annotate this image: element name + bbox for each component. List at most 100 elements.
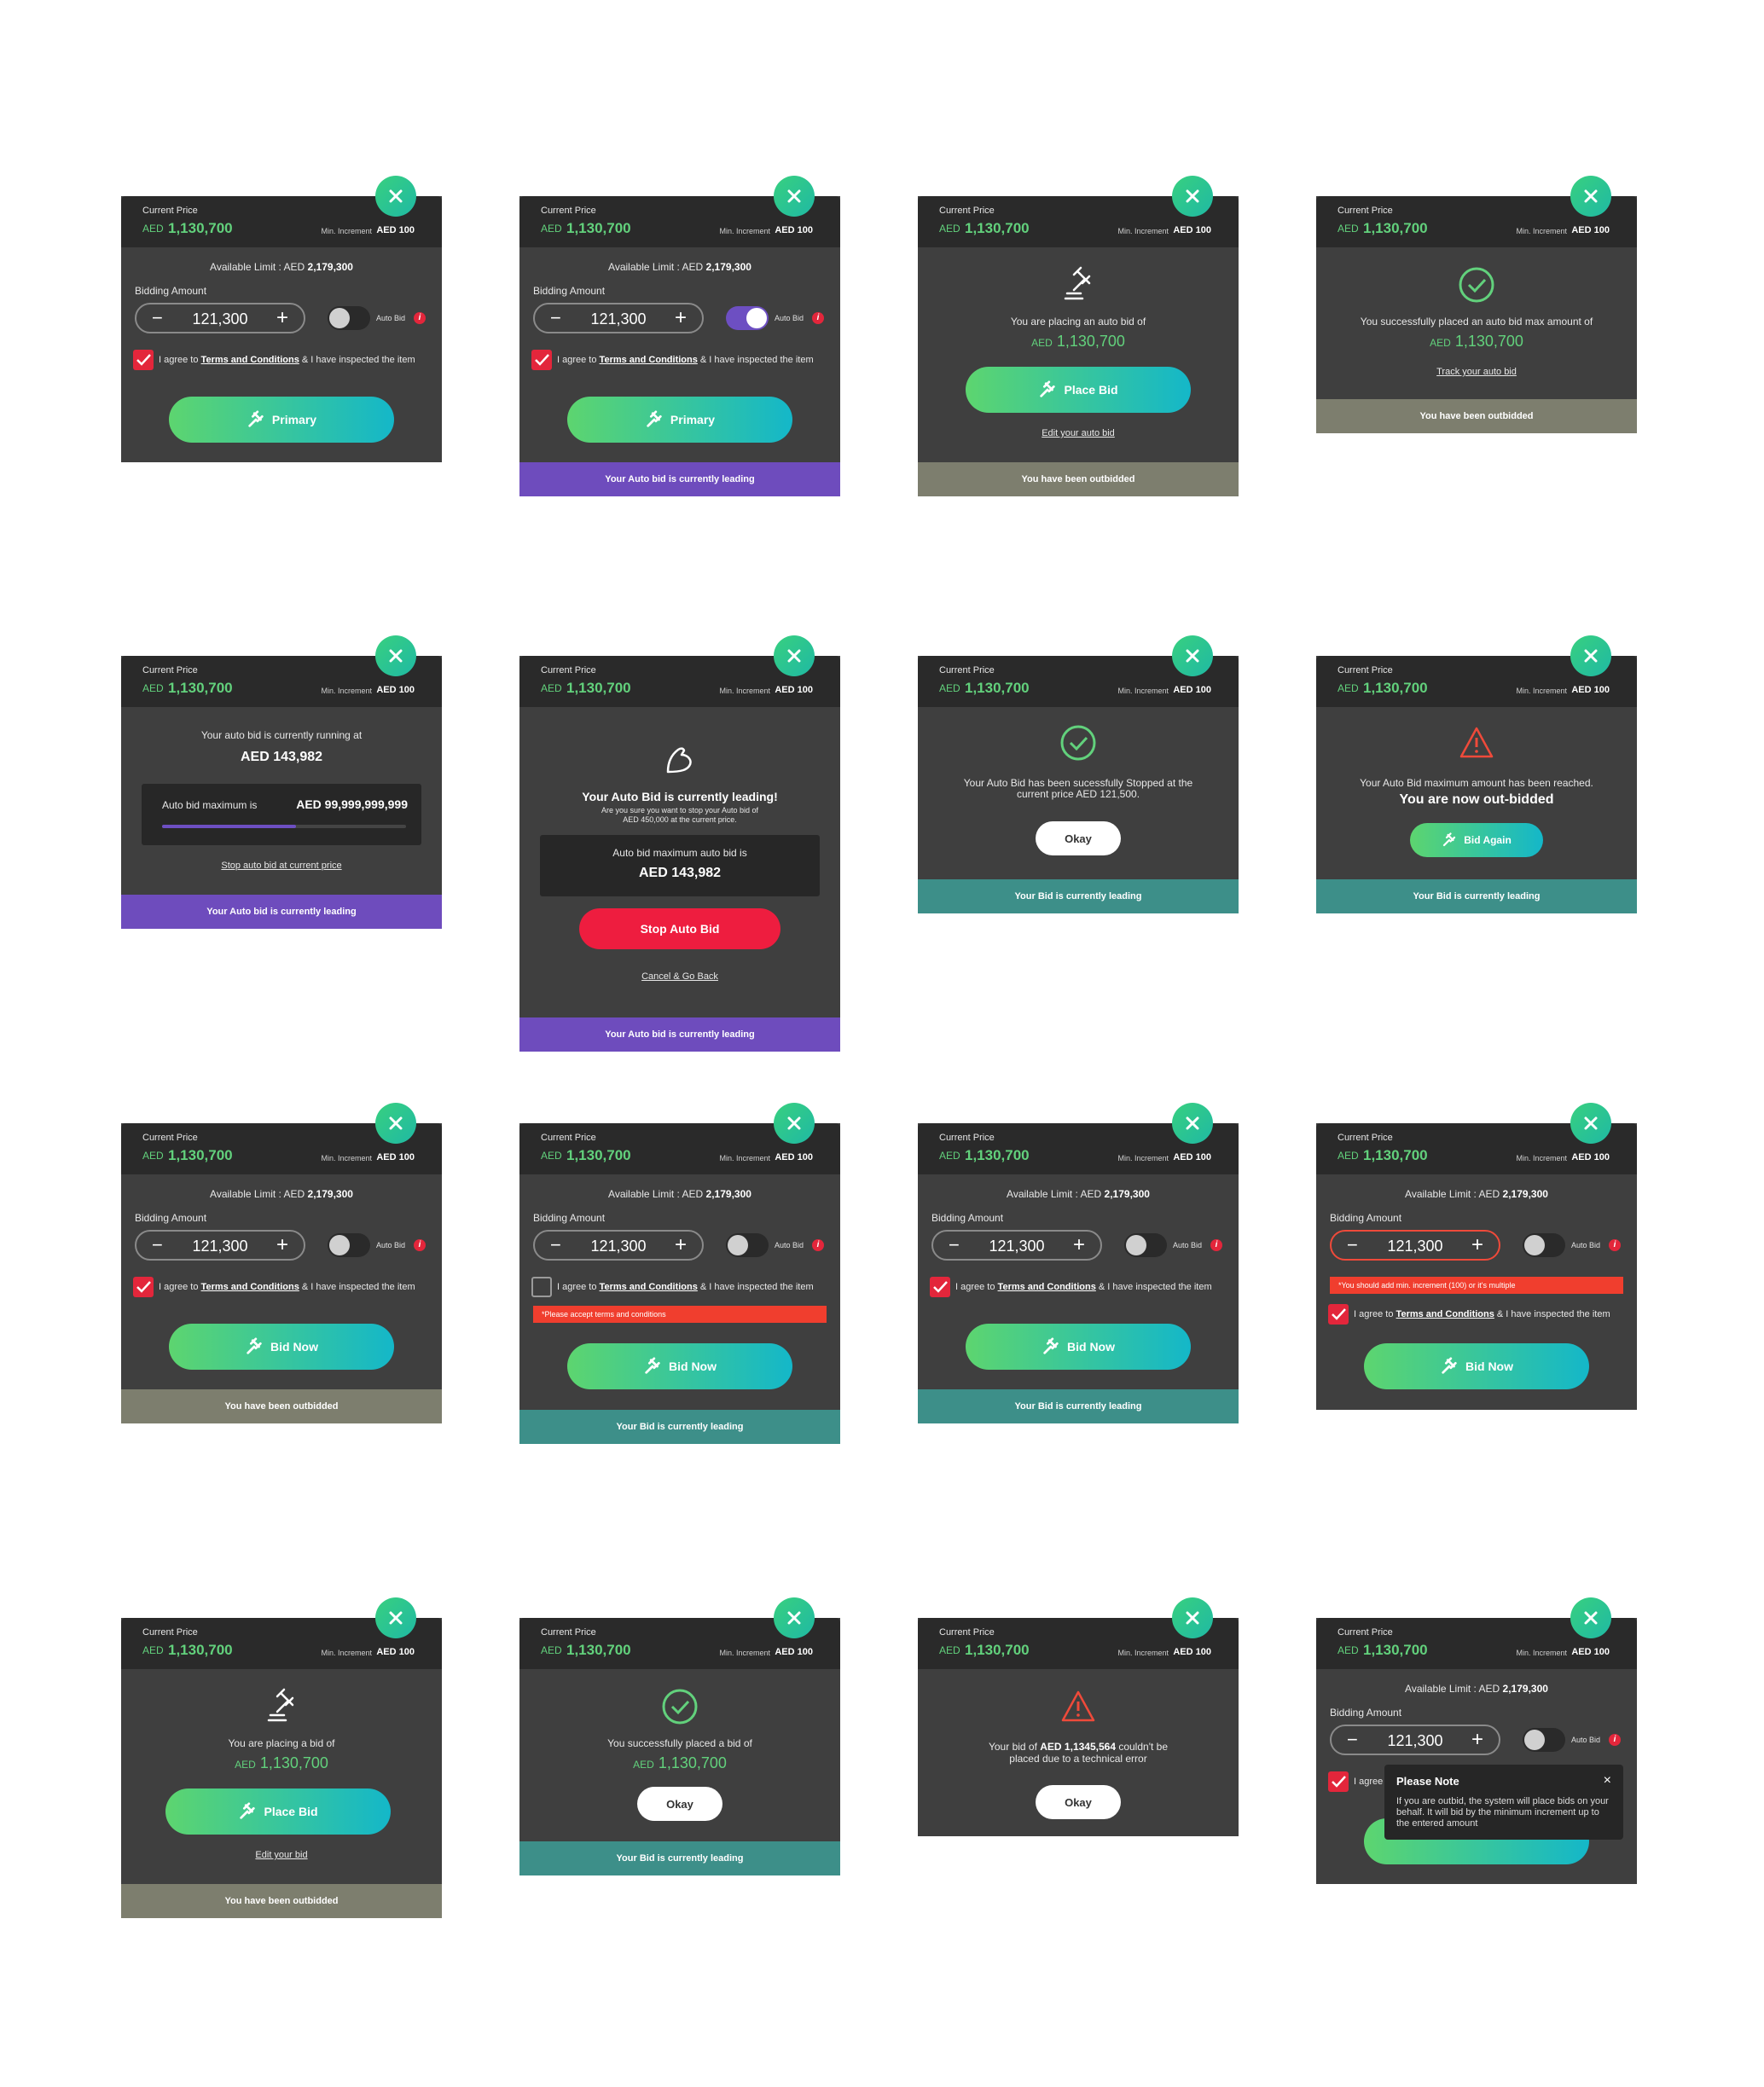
terms-checkbox[interactable] [133, 350, 154, 370]
amount-stepper[interactable]: − 121,300 + [533, 303, 704, 333]
card-header: Current Price AED 1,130,700 Min. Increme… [121, 1103, 442, 1174]
close-icon [1584, 1611, 1598, 1625]
info-icon[interactable]: i [414, 1239, 426, 1251]
amount-stepper[interactable]: − 121,300 + [931, 1230, 1102, 1261]
close-button[interactable] [375, 1103, 416, 1144]
card-header: Current Price AED 1,130,700 Min. Increme… [519, 1597, 840, 1669]
plus-button[interactable]: + [276, 306, 288, 330]
plus-button[interactable]: + [1073, 1233, 1085, 1257]
stop-at-current-link[interactable]: Stop auto bid at current price [121, 861, 442, 871]
terms-checkbox[interactable] [133, 1277, 154, 1297]
bid-now-button[interactable]: Bid Now [169, 1324, 394, 1370]
close-button[interactable] [1172, 1597, 1213, 1638]
track-auto-bid-link[interactable]: Track your auto bid [1316, 367, 1637, 377]
info-icon[interactable]: i [1609, 1734, 1621, 1746]
auto-bid-toggle[interactable] [726, 306, 769, 330]
close-button[interactable] [375, 1597, 416, 1638]
note-close-button[interactable]: × [1604, 1773, 1611, 1788]
terms-link[interactable]: Terms and Conditions [1396, 1309, 1494, 1319]
terms-error: *Please accept terms and conditions [533, 1306, 827, 1323]
min-increment-value: AED 100 [376, 685, 415, 695]
info-icon[interactable]: i [812, 312, 824, 324]
min-increment-value: AED 100 [1173, 1152, 1211, 1162]
current-price-value: 1,130,700 [1363, 1147, 1428, 1163]
close-button[interactable] [375, 176, 416, 217]
close-button[interactable] [774, 635, 815, 676]
place-bid-button[interactable]: Place Bid [165, 1788, 391, 1835]
bidding-amount-label: Bidding Amount [1330, 1212, 1402, 1224]
plus-button[interactable]: + [675, 1233, 687, 1257]
close-icon [1186, 649, 1199, 663]
place-bid-button[interactable]: Place Bid [966, 367, 1191, 413]
terms-checkbox[interactable] [1328, 1771, 1349, 1792]
amount-stepper[interactable]: − 121,300 + [1330, 1230, 1500, 1261]
bid-now-button[interactable]: Bid Now [1364, 1343, 1589, 1389]
close-button[interactable] [1570, 1597, 1611, 1638]
amount-stepper[interactable]: − 121,300 + [533, 1230, 704, 1261]
primary-button[interactable]: Primary [567, 397, 792, 443]
cancel-go-back-link[interactable]: Cancel & Go Back [519, 971, 840, 982]
terms-link[interactable]: Terms and Conditions [600, 355, 698, 365]
edit-auto-bid-link[interactable]: Edit your auto bid [918, 428, 1239, 438]
min-increment-label: Min. Increment [1117, 687, 1169, 695]
plus-button[interactable]: + [1471, 1233, 1483, 1257]
close-button[interactable] [1570, 1103, 1611, 1144]
info-icon[interactable]: i [414, 312, 426, 324]
amount-stepper[interactable]: − 121,300 + [1330, 1725, 1500, 1755]
primary-button[interactable]: Primary [169, 397, 394, 443]
close-button[interactable] [1172, 176, 1213, 217]
plus-button[interactable]: + [276, 1233, 288, 1257]
bid-now-button[interactable]: Bid Now [567, 1343, 792, 1389]
auto-bid-toggle[interactable] [1523, 1233, 1565, 1257]
close-button[interactable] [774, 1597, 815, 1638]
gavel-icon [1442, 1357, 1457, 1374]
okay-button[interactable]: Okay [1036, 1785, 1121, 1819]
plus-button[interactable]: + [675, 306, 687, 330]
bid-now-button[interactable]: Bid Now [966, 1324, 1191, 1370]
close-icon [1186, 1116, 1199, 1130]
terms-link[interactable]: Terms and Conditions [201, 355, 299, 365]
terms-text: I agree to Terms and Conditions & I have… [557, 355, 814, 365]
card-header: Current Price AED 1,130,700 Min. Increme… [1316, 1103, 1637, 1174]
plus-button[interactable]: + [1471, 1728, 1483, 1752]
auto-bid-toggle[interactable] [726, 1233, 769, 1257]
current-price-label: Current Price [142, 1627, 198, 1638]
bid-success-card: Current Price AED 1,130,700 Min. Increme… [519, 1597, 840, 1875]
check-icon [136, 1281, 151, 1293]
auto-bid-toggle[interactable] [328, 1233, 370, 1257]
edit-bid-link[interactable]: Edit your bid [121, 1850, 442, 1860]
auto-bid-toggle[interactable] [328, 306, 370, 330]
okay-button[interactable]: Okay [637, 1787, 722, 1821]
close-button[interactable] [1172, 1103, 1213, 1144]
close-icon [787, 189, 801, 203]
close-button[interactable] [774, 176, 815, 217]
info-icon[interactable]: i [1609, 1239, 1621, 1251]
terms-checkbox[interactable] [1328, 1304, 1349, 1325]
terms-link[interactable]: Terms and Conditions [600, 1282, 698, 1292]
close-button[interactable] [1570, 176, 1611, 217]
close-button[interactable] [774, 1103, 815, 1144]
status-footer: Your Bid is currently leading [918, 1389, 1239, 1423]
current-price-value: 1,130,700 [965, 1642, 1030, 1658]
auto-bid-toggle[interactable] [1124, 1233, 1167, 1257]
okay-button[interactable]: Okay [1036, 821, 1121, 855]
auto-bid-toggle[interactable] [1523, 1728, 1565, 1752]
close-button[interactable] [1172, 635, 1213, 676]
info-icon[interactable]: i [1210, 1239, 1222, 1251]
terms-checkbox[interactable] [531, 350, 552, 370]
close-button[interactable] [1570, 635, 1611, 676]
bid-again-button[interactable]: Bid Again [1410, 823, 1543, 857]
bid-amount: AED 1,130,700 [633, 1754, 727, 1771]
amount-stepper[interactable]: − 121,300 + [135, 303, 305, 333]
terms-checkbox[interactable] [531, 1277, 552, 1297]
gavel-icon [248, 410, 264, 427]
info-icon[interactable]: i [812, 1239, 824, 1251]
current-price-label: Current Price [1338, 665, 1393, 675]
terms-link[interactable]: Terms and Conditions [998, 1282, 1096, 1292]
amount-stepper[interactable]: − 121,300 + [135, 1230, 305, 1261]
stop-auto-bid-button[interactable]: Stop Auto Bid [579, 908, 780, 949]
current-price-label: Current Price [1338, 1627, 1393, 1638]
terms-link[interactable]: Terms and Conditions [201, 1282, 299, 1292]
close-button[interactable] [375, 635, 416, 676]
terms-checkbox[interactable] [930, 1277, 950, 1297]
